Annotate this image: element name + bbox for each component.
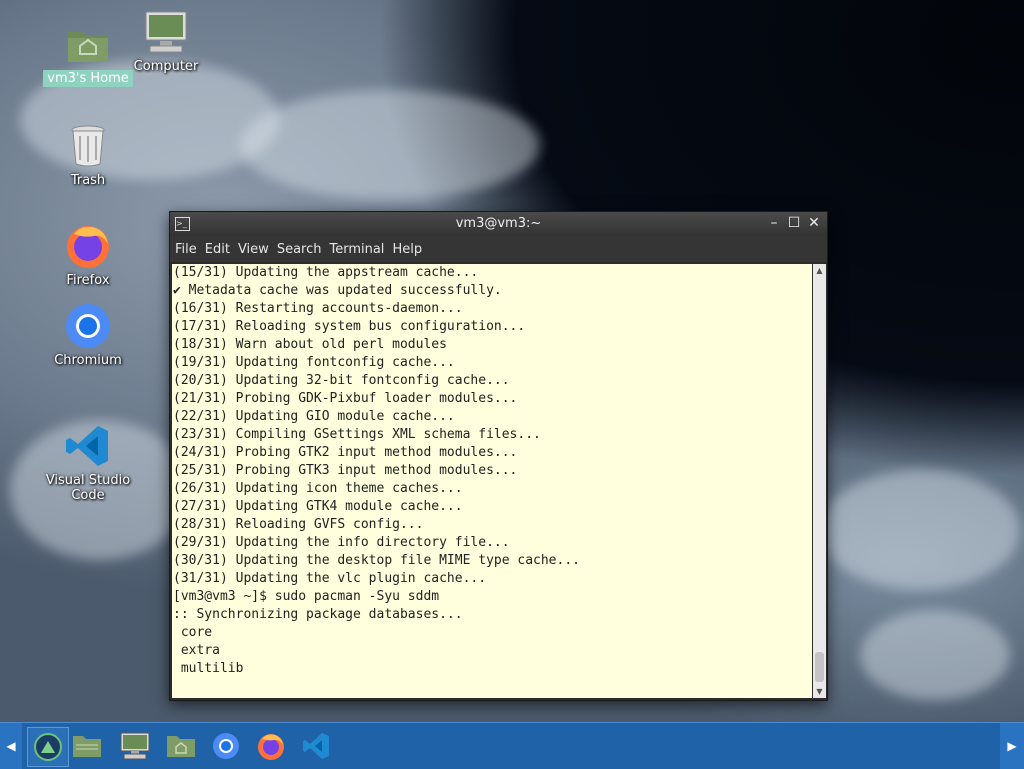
maximize-button[interactable]: ☐ xyxy=(787,215,801,231)
terminal-line: (26/31) Updating icon theme caches... xyxy=(173,481,463,496)
terminal-line: (24/31) Probing GTK2 input method module… xyxy=(173,445,518,460)
terminal-line: (31/31) Updating the vlc plugin cache... xyxy=(173,571,487,586)
desktop-icon-vscode[interactable]: Visual Studio Code xyxy=(33,422,143,504)
terminal-line: (19/31) Updating fontconfig cache... xyxy=(173,355,455,370)
desktop-icon-trash[interactable]: Trash xyxy=(33,122,143,189)
menu-view[interactable]: View xyxy=(238,242,269,257)
minimize-button[interactable]: – xyxy=(767,215,781,231)
menu-terminal[interactable]: Terminal xyxy=(329,242,384,257)
terminal-line: (22/31) Updating GIO module cache... xyxy=(173,409,455,424)
taskbar: ◀ ▶ xyxy=(0,722,1024,769)
taskbar-home-folder[interactable] xyxy=(161,727,201,765)
taskbar-firefox[interactable] xyxy=(251,727,291,765)
terminal-line: (20/31) Updating 32-bit fontconfig cache… xyxy=(173,373,510,388)
terminal-line: core xyxy=(173,625,213,640)
terminal-line: (21/31) Probing GDK-Pixbuf loader module… xyxy=(173,391,518,406)
vscode-icon xyxy=(303,733,329,759)
terminal-scrollbar[interactable]: ▲ ▼ xyxy=(813,264,826,698)
terminal-menubar: File Edit View Search Terminal Help xyxy=(170,236,827,262)
terminal-output[interactable]: (15/31) Updating the appstream cache... ✔… xyxy=(172,264,812,698)
terminal-line: (29/31) Updating the info directory file… xyxy=(173,535,510,550)
terminal-line: [vm3@vm3 ~]$ sudo pacman -Syu sddm xyxy=(173,589,440,604)
home-folder-icon xyxy=(64,20,112,68)
menu-search[interactable]: Search xyxy=(277,242,322,257)
window-controls: – ☐ ✕ xyxy=(767,215,821,231)
taskbar-files[interactable] xyxy=(67,727,107,765)
firefox-icon xyxy=(258,734,284,760)
firefox-icon xyxy=(64,222,112,270)
computer-icon xyxy=(120,732,150,760)
terminal-line: extra xyxy=(173,643,220,658)
desktop-icon-chromium[interactable]: Chromium xyxy=(33,302,143,369)
terminal-line: multilib xyxy=(173,661,244,676)
terminal-line: (23/31) Compiling GSettings XML schema f… xyxy=(173,427,541,442)
menu-file[interactable]: File xyxy=(175,242,197,257)
start-menu-icon xyxy=(34,733,62,761)
computer-icon xyxy=(142,8,190,56)
terminal-window[interactable]: >_ vm3@vm3:~ – ☐ ✕ File Edit View Search… xyxy=(169,211,828,701)
scroll-up-icon[interactable]: ▲ xyxy=(813,264,826,277)
terminal-line: (28/31) Reloading GVFS config... xyxy=(173,517,424,532)
terminal-line: (18/31) Warn about old perl modules xyxy=(173,337,447,352)
terminal-line: :: Synchronizing package databases... xyxy=(173,607,463,622)
folder-icon xyxy=(73,736,101,757)
terminal-line: (27/31) Updating GTK4 module cache... xyxy=(173,499,463,514)
chromium-icon xyxy=(213,733,239,759)
desktop-icon-label: Firefox xyxy=(66,273,110,288)
desktop-icon-firefox[interactable]: Firefox xyxy=(33,222,143,289)
menu-help[interactable]: Help xyxy=(392,242,422,257)
menu-edit[interactable]: Edit xyxy=(205,242,230,257)
chromium-icon xyxy=(64,302,112,350)
desktop-icon-label: Chromium xyxy=(54,353,122,368)
terminal-line: (17/31) Reloading system bus configurati… xyxy=(173,319,526,334)
desktop-icon-computer[interactable]: Computer xyxy=(111,8,221,75)
terminal-title: vm3@vm3:~ xyxy=(455,216,542,231)
terminal-line: (16/31) Restarting accounts-daemon... xyxy=(173,301,463,316)
taskbar-scroll-right-button[interactable]: ▶ xyxy=(1000,723,1024,769)
terminal-line: (15/31) Updating the appstream cache... xyxy=(173,265,479,280)
taskbar-chromium[interactable] xyxy=(206,727,246,765)
desktop-icon-label: Trash xyxy=(70,173,106,188)
terminal-titlebar[interactable]: >_ vm3@vm3:~ – ☐ ✕ xyxy=(170,212,827,236)
terminal-line: ✔ Metadata cache was updated successfull… xyxy=(173,283,502,298)
home-folder-icon xyxy=(167,736,195,757)
terminal-line: (25/31) Probing GTK3 input method module… xyxy=(173,463,518,478)
taskbar-scroll-left-button[interactable]: ◀ xyxy=(0,723,22,769)
taskbar-computer[interactable] xyxy=(115,727,155,765)
scroll-down-icon[interactable]: ▼ xyxy=(813,685,826,698)
desktop-icon-label: Visual Studio Code xyxy=(45,473,131,503)
terminal-line: (30/31) Updating the desktop file MIME t… xyxy=(173,553,580,568)
trash-icon xyxy=(64,122,112,170)
vscode-icon xyxy=(64,422,112,470)
start-menu-button[interactable] xyxy=(27,727,69,767)
close-button[interactable]: ✕ xyxy=(807,215,821,231)
scrollbar-thumb[interactable] xyxy=(815,652,824,682)
desktop-icon-label: Computer xyxy=(133,59,199,74)
taskbar-vscode[interactable] xyxy=(296,727,336,765)
